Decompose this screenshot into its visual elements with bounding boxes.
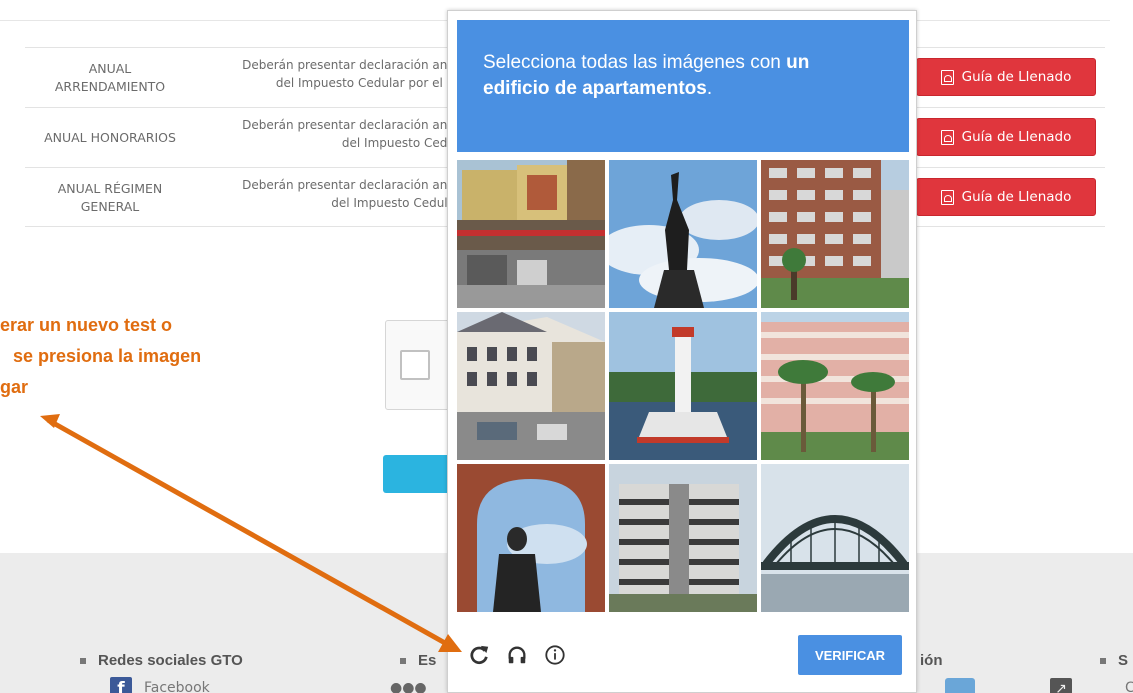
footer-heading-label: ión [920,652,943,669]
captcha-challenge-popup: Selecciona todas las imágenes con un edi… [447,10,917,693]
footer-heading-es: Es [400,652,436,669]
pdf-icon [940,129,954,145]
captcha-tile-apartment-block[interactable] [761,160,909,308]
desc-line: del Impuesto Cedular por el C [275,76,455,90]
annotation-line: se presiona la imagen [13,346,202,366]
bullet-icon [1100,657,1106,664]
type-line: GENERAL [80,199,140,214]
captcha-instruction-banner: Selecciona todas las imágenes con un edi… [457,20,909,152]
blue-icon [945,678,975,693]
footer-heading-label: Redes sociales GTO [98,652,243,669]
captcha-tile-lighthouse[interactable] [609,312,757,460]
captcha-tile-town-street[interactable] [457,312,605,460]
guia-llenado-button[interactable]: Guía de Llenado [916,118,1096,156]
type-line: ARRENDAMIENTO [54,79,166,94]
people-icon: ●●● [390,680,427,693]
desc-line: del Impuesto Cedula [331,196,455,210]
verify-button[interactable]: VERIFICAR [798,635,902,675]
instruction-bold: un [786,52,810,73]
footer-heading-ion: ión [920,652,943,669]
desc-line: del Impuesto Cedu [341,136,455,150]
facebook-link[interactable]: f Facebook [110,677,210,693]
instruction-text: Selecciona todas las imágenes con [483,52,787,73]
captcha-image-grid [457,160,909,614]
bullet-icon [400,657,406,664]
facebook-icon: f [110,677,132,693]
desc-line: Deberán presentar declaración anu [242,118,455,132]
captcha-tile-street-shops[interactable] [457,160,605,308]
declaration-type: ANUAL ARRENDAMIENTO [25,48,195,108]
footer-heading-label: Es [418,652,437,669]
instruction-suffix: . [706,78,713,99]
annotation-text: erar un nuevo test o se presiona la imag… [0,310,300,403]
footer-link-fragment[interactable]: C [1125,680,1133,693]
captcha-tile-statue-sky[interactable] [609,160,757,308]
pdf-icon [940,69,954,85]
declaration-description: Deberán presentar declaración anu del Im… [205,56,455,100]
button-label: Guía de Llenado [961,69,1072,85]
footer-heading-redes: Redes sociales GTO [80,652,243,669]
reload-icon[interactable] [467,643,491,667]
info-icon[interactable] [543,643,567,667]
desc-line: Deberán presentar declaración anu [242,58,455,72]
type-line: ANUAL [88,61,132,76]
recaptcha-checkbox[interactable] [400,350,430,380]
annotation-line: erar un nuevo test o [0,315,173,335]
button-label: Guía de Llenado [961,129,1072,145]
submit-button[interactable] [383,455,455,493]
guia-llenado-button[interactable]: Guía de Llenado [916,58,1096,96]
declaration-description: Deberán presentar declaración anu del Im… [205,176,455,220]
instruction-target: edificio de apartamentos [483,78,707,99]
captcha-controls: VERIFICAR [457,623,909,683]
desc-line: Deberán presentar declaración anu [242,178,455,192]
type-line: ANUAL RÉGIMEN [57,181,163,196]
captcha-tile-arch-bridge[interactable] [761,464,909,612]
footer-heading-label: S [1118,652,1129,669]
annotation-line: gar [0,377,29,397]
captcha-tile-statue-arch[interactable] [457,464,605,612]
footer-heading-s: S [1100,652,1128,669]
bullet-icon [80,657,86,664]
declaration-description: Deberán presentar declaración anu del Im… [205,116,455,160]
pdf-icon [940,189,954,205]
captcha-tile-round-building[interactable] [609,464,757,612]
captcha-tile-apartment-palms[interactable] [761,312,909,460]
type-line: ANUAL HONORARIOS [44,130,176,145]
headphones-icon[interactable] [505,643,529,667]
declaration-type: ANUAL HONORARIOS [25,108,195,168]
external-link-icon[interactable]: ↗ [1050,678,1072,693]
facebook-label: Facebook [144,680,210,693]
button-label: Guía de Llenado [961,189,1072,205]
guia-llenado-button[interactable]: Guía de Llenado [916,178,1096,216]
declaration-type: ANUAL RÉGIMEN GENERAL [25,168,195,228]
